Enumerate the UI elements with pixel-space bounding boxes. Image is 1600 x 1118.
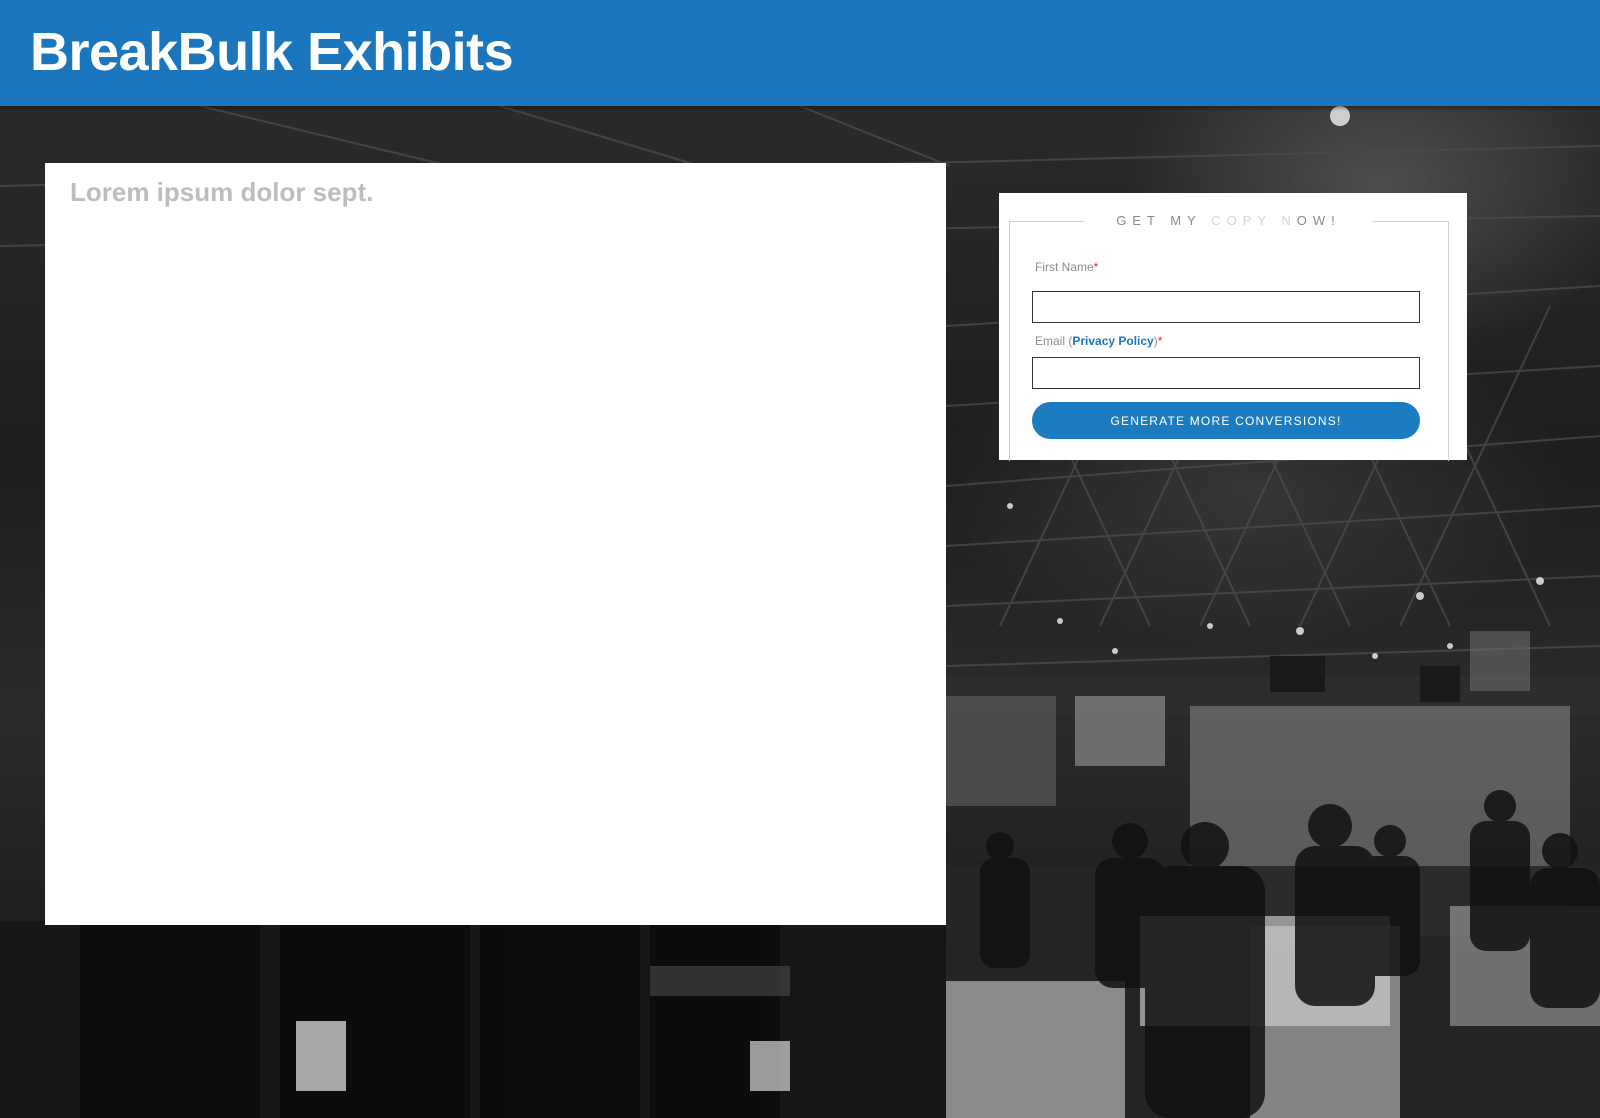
legend-part: O (1296, 213, 1313, 228)
required-marker: * (1093, 260, 1099, 274)
form-legend: GET MY COPY NOW! (1084, 213, 1373, 228)
content-heading: Lorem ipsum dolor sept. (70, 177, 374, 207)
privacy-policy-link[interactable]: Privacy Policy (1072, 334, 1153, 348)
first-name-input[interactable] (1032, 291, 1420, 323)
landing-page: BreakBulk Exhibits Lorem ipsum dolor sep… (0, 0, 1600, 1118)
content-panel: Lorem ipsum dolor sept. (45, 163, 946, 925)
first-name-label-text: First Name (1035, 260, 1094, 274)
generate-conversions-button[interactable]: GENERATE MORE CONVERSIONS! (1032, 402, 1420, 439)
legend-part: C (1211, 213, 1227, 228)
legend-divider-right (1373, 221, 1448, 222)
email-input[interactable] (1032, 357, 1420, 389)
site-header: BreakBulk Exhibits (0, 0, 1600, 106)
legend-part: GET MY (1116, 213, 1212, 228)
legend-part: OPY N (1226, 213, 1297, 228)
first-name-label: First Name* (1035, 260, 1098, 274)
email-label-prefix: Email ( (1035, 334, 1073, 348)
email-label: Email (Privacy Policy)* (1035, 334, 1162, 348)
site-title: BreakBulk Exhibits (30, 22, 514, 82)
lead-form-card: GET MY COPY NOW! First Name* Email (Priv… (999, 193, 1467, 461)
legend-part: W! (1312, 213, 1341, 228)
required-marker: * (1157, 334, 1163, 348)
legend-divider-left (1009, 221, 1084, 222)
